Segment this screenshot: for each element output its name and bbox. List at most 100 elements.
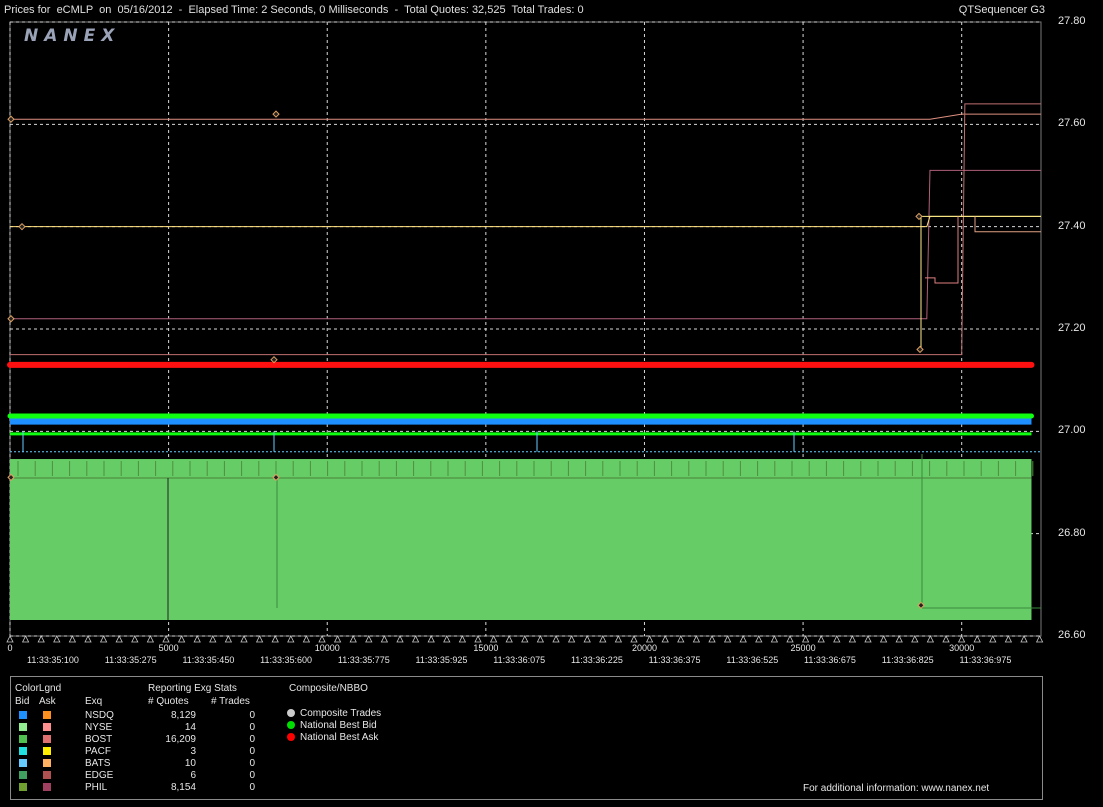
x-axis-tick bbox=[240, 635, 248, 643]
ask-swatch bbox=[43, 783, 51, 791]
x-time-label: 11:33:35:450 bbox=[182, 655, 235, 665]
exchange-name: NSDQ bbox=[85, 710, 114, 721]
x-axis-tick bbox=[287, 635, 295, 643]
x-axis-tick bbox=[536, 635, 545, 643]
color-legend-title: ColorLgnd bbox=[15, 683, 62, 694]
footer-info: For additional information: www.nanex.ne… bbox=[803, 783, 990, 794]
x-axis-tick bbox=[614, 635, 623, 643]
x-time-label: 11:33:36:225 bbox=[570, 655, 623, 665]
x-axis-tick bbox=[333, 635, 342, 643]
x-axis-tick bbox=[552, 635, 560, 643]
x-axis-tick bbox=[833, 635, 841, 643]
trade-count: 0 bbox=[249, 746, 255, 757]
x-axis-tick bbox=[848, 635, 857, 643]
x-axis-tick bbox=[37, 635, 45, 643]
x-axis-tick bbox=[349, 635, 357, 643]
bid-swatch bbox=[19, 735, 27, 743]
bid-swatch bbox=[19, 771, 27, 779]
x-axis-tick bbox=[84, 635, 92, 643]
y-tick-label: 27.80 bbox=[1058, 15, 1086, 27]
x-axis-tick bbox=[786, 635, 794, 643]
trade-count: 0 bbox=[249, 710, 255, 721]
quote-count: 16,209 bbox=[165, 734, 196, 745]
x-axis-tick bbox=[583, 635, 591, 643]
y-tick-label: 27.20 bbox=[1058, 322, 1086, 334]
x-time-label: 11:33:36:525 bbox=[726, 655, 779, 665]
x-time-label: 11:33:35:775 bbox=[337, 655, 390, 665]
x-axis-tick bbox=[255, 635, 264, 643]
x-axis-tick bbox=[521, 635, 529, 643]
x-axis-tick bbox=[911, 635, 919, 643]
x-axis-tick bbox=[302, 635, 311, 643]
ask-swatch bbox=[43, 771, 51, 779]
x-axis-tick bbox=[318, 635, 326, 643]
x-axis-tick bbox=[895, 635, 903, 643]
composite-title: Composite/NBBO bbox=[289, 683, 368, 694]
x-axis-tick bbox=[567, 635, 576, 643]
x-axis-tick bbox=[942, 635, 950, 643]
bid-swatch bbox=[19, 711, 27, 719]
x-axis-tick bbox=[271, 635, 279, 643]
x-axis-tick bbox=[53, 635, 61, 643]
y-tick-label: 26.80 bbox=[1058, 526, 1086, 539]
x-axis-tick bbox=[146, 635, 155, 643]
composite-dot bbox=[287, 733, 295, 741]
composite-dot bbox=[287, 721, 295, 729]
bid-swatch bbox=[19, 723, 27, 731]
x-axis-tick bbox=[162, 635, 170, 643]
x-axis-tick bbox=[458, 635, 467, 643]
quotes-header: # Quotes bbox=[148, 696, 189, 707]
x-axis-tick bbox=[365, 635, 373, 643]
x-axis-tick bbox=[193, 635, 201, 643]
quote-count: 3 bbox=[190, 746, 196, 757]
x-axis-tick bbox=[177, 635, 186, 643]
bid-swatch bbox=[19, 759, 27, 767]
legend-panel: ColorLgnd Bid Ask Exq Reporting Exg Stat… bbox=[10, 676, 1043, 800]
ask-header: Ask bbox=[39, 696, 56, 707]
x-axis-tick bbox=[739, 635, 747, 643]
quote-count: 6 bbox=[190, 770, 196, 781]
x-axis-tick bbox=[692, 635, 701, 643]
x-axis-tick bbox=[21, 635, 30, 643]
x-axis-tick bbox=[755, 635, 763, 643]
x-axis-tick bbox=[68, 635, 77, 643]
price-chart bbox=[6, 21, 1044, 643]
x-time-label: 11:33:35:100 bbox=[27, 655, 79, 665]
x-axis-tick bbox=[989, 635, 997, 643]
x-axis-tick bbox=[661, 635, 669, 643]
x-time-label: 11:33:36:975 bbox=[959, 655, 1012, 665]
x-time-label: 11:33:35:275 bbox=[104, 655, 157, 665]
composite-dot bbox=[287, 709, 295, 717]
y-tick-label: 26.60 bbox=[1058, 629, 1086, 641]
ask-swatch bbox=[43, 711, 51, 719]
ask-swatch bbox=[43, 747, 51, 755]
x-axis-tick bbox=[115, 635, 123, 643]
x-axis-tick bbox=[396, 635, 404, 643]
x-axis-tick bbox=[926, 635, 935, 643]
x-axis-tick bbox=[864, 635, 872, 643]
y-tick-label: 27.60 bbox=[1058, 117, 1086, 130]
trade-count: 0 bbox=[249, 722, 255, 733]
x-time-label: 11:33:35:600 bbox=[260, 655, 313, 665]
x-axis-tick bbox=[817, 635, 825, 643]
stats-title: Reporting Exg Stats bbox=[148, 683, 237, 694]
x-tick-label: 25000 bbox=[790, 643, 816, 653]
exq-header: Exq bbox=[85, 696, 103, 707]
x-time-label: 11:33:36:675 bbox=[804, 655, 856, 665]
x-axis-tick bbox=[380, 635, 389, 643]
bid-swatch bbox=[19, 747, 27, 755]
exchange-name: BATS bbox=[85, 758, 111, 769]
x-axis-tick bbox=[1035, 635, 1044, 643]
x-axis-tick bbox=[1004, 635, 1013, 643]
x-axis-tick bbox=[957, 635, 966, 643]
composite-label: National Best Bid bbox=[300, 720, 377, 731]
x-time-label: 11:33:35:925 bbox=[415, 655, 468, 665]
exchange-name: PHIL bbox=[85, 782, 108, 793]
bost-bid-area bbox=[10, 459, 1032, 620]
x-axis-tick bbox=[723, 635, 732, 643]
x-time-label: 11:33:36:375 bbox=[648, 655, 701, 665]
ask-swatch bbox=[43, 759, 51, 767]
exchange-name: NYSE bbox=[85, 722, 113, 733]
x-axis-tick bbox=[6, 635, 14, 643]
x-axis-tick bbox=[505, 635, 513, 643]
